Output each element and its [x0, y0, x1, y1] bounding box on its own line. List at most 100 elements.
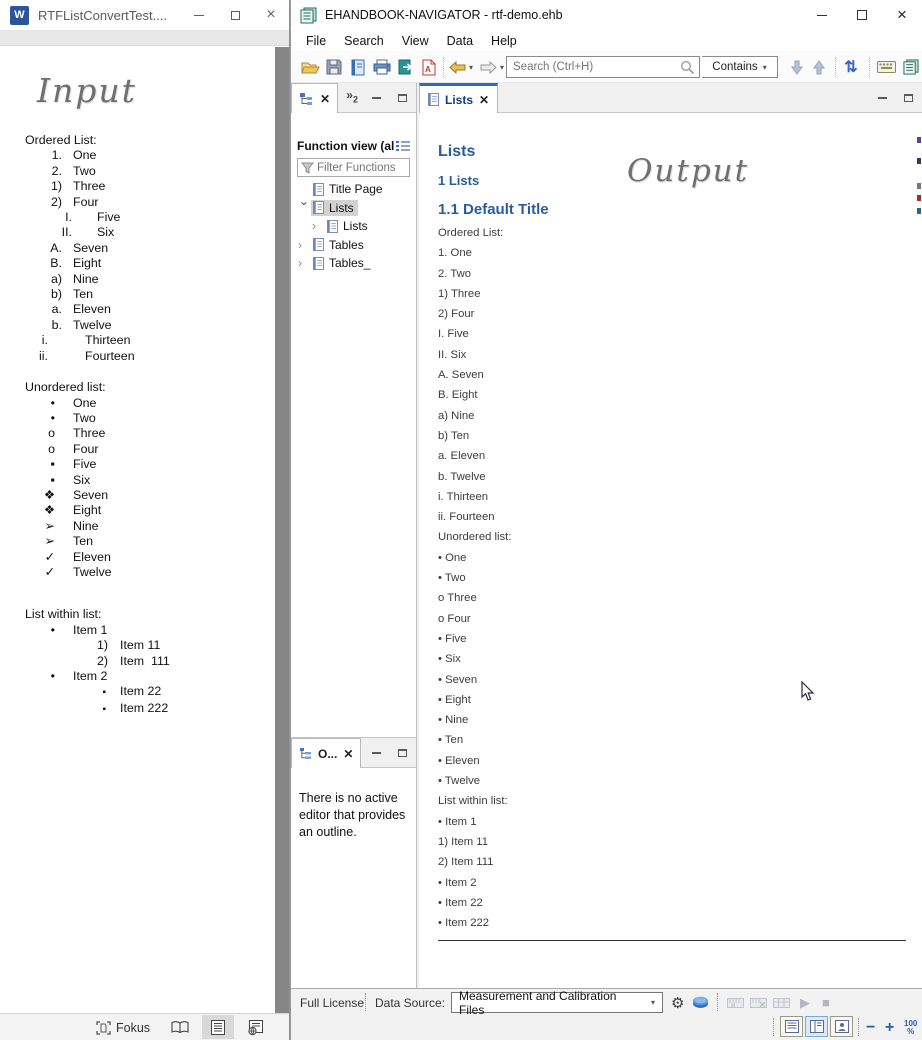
- bullet-icon: ▪: [17, 473, 55, 488]
- word-document[interactable]: Input Ordered List: 1.One 2.Two 1)Three …: [17, 47, 269, 1013]
- menu-item[interactable]: File: [297, 34, 335, 48]
- synchronize-button[interactable]: ⇅: [841, 56, 861, 78]
- search-input[interactable]: [507, 61, 680, 73]
- zoom-out-button[interactable]: −: [866, 1017, 875, 1038]
- keyboard-icon: [877, 61, 896, 73]
- maximize-view-button[interactable]: [394, 747, 410, 759]
- measurement-stop-button[interactable]: [750, 992, 767, 1013]
- list-text: Seven: [73, 241, 108, 255]
- play-button[interactable]: ▶: [800, 992, 810, 1013]
- menu-item[interactable]: Search: [335, 34, 393, 48]
- view-mode-split-button[interactable]: [805, 1016, 828, 1037]
- maximize-view-button[interactable]: [900, 92, 916, 104]
- filter-functions-input[interactable]: [314, 162, 409, 174]
- close-icon[interactable]: ✕: [479, 93, 489, 107]
- chevron-icon[interactable]: ›: [312, 219, 325, 233]
- view-mode-single-button[interactable]: [780, 1016, 803, 1037]
- function-tree-icon: [299, 92, 314, 106]
- editor-content[interactable]: Output Lists 1 Lists 1.1 Default Title O…: [419, 113, 922, 988]
- editor-line: 2) Four: [438, 308, 922, 328]
- chevron-icon[interactable]: ›: [298, 201, 312, 214]
- list-text: Eight: [73, 256, 101, 270]
- back-button[interactable]: [448, 56, 466, 78]
- export-pdf-button[interactable]: A: [419, 56, 439, 78]
- previous-result-button[interactable]: [810, 56, 828, 78]
- forward-button[interactable]: [479, 56, 497, 78]
- measurement-config-button[interactable]: [773, 992, 790, 1013]
- export-button[interactable]: [396, 56, 416, 78]
- filter-box: [297, 158, 410, 177]
- editor-heading-3: 1.1 Default Title: [438, 201, 922, 218]
- read-mode-button[interactable]: [164, 1015, 196, 1039]
- close-icon[interactable]: ✕: [320, 92, 330, 106]
- open-file-button[interactable]: [299, 56, 321, 78]
- focus-mode-button[interactable]: Fokus: [96, 1018, 150, 1038]
- menu-item[interactable]: View: [393, 34, 438, 48]
- ruler-mark[interactable]: [917, 195, 921, 201]
- tree-row[interactable]: › Tables: [291, 236, 416, 255]
- measurement-tool-button[interactable]: M: [727, 992, 744, 1013]
- next-result-button[interactable]: [788, 56, 806, 78]
- word-list-row: 2)Four: [17, 195, 269, 210]
- navigator-minimize-button[interactable]: [802, 1, 842, 30]
- menu-item[interactable]: Help: [482, 34, 526, 48]
- help-handbook-button[interactable]: [901, 56, 921, 78]
- word-minimize-button[interactable]: [181, 0, 217, 30]
- screen: W RTFListConvertTest.... × Input Ordered…: [0, 0, 922, 1040]
- tree-row[interactable]: › Tables_: [291, 254, 416, 273]
- hidden-tabs-indicator[interactable]: »2: [346, 90, 358, 104]
- ruler-mark[interactable]: [917, 137, 921, 143]
- zoom-reset-button[interactable]: 100%: [904, 1017, 917, 1038]
- data-source-settings-button[interactable]: ⚙: [671, 992, 684, 1013]
- search-icon[interactable]: [680, 60, 695, 75]
- outline-panel: O... ✕ There is no active editor that pr…: [291, 737, 416, 988]
- chevron-icon[interactable]: ›: [298, 256, 311, 270]
- data-source-value: Measurement and Calibration Files: [459, 989, 643, 1017]
- list-text: Four: [73, 195, 98, 209]
- word-close-button[interactable]: ×: [253, 0, 289, 30]
- outline-tab[interactable]: O... ✕: [291, 738, 361, 768]
- tree-row[interactable]: › Lists: [291, 199, 416, 218]
- word-list-row: ✓Twelve: [17, 565, 269, 580]
- minimize-view-button[interactable]: [368, 92, 384, 104]
- print-button[interactable]: [371, 56, 393, 78]
- document-icon: [428, 93, 439, 106]
- web-layout-button[interactable]: [240, 1015, 272, 1039]
- word-maximize-button[interactable]: [217, 0, 253, 30]
- print-layout-button[interactable]: [202, 1015, 234, 1039]
- minimize-view-button[interactable]: [874, 92, 890, 104]
- editor-line: • Item 1: [438, 816, 922, 836]
- tree-row[interactable]: › Lists: [291, 217, 416, 236]
- navigator-close-button[interactable]: ×: [882, 1, 922, 30]
- function-view-tab[interactable]: ✕: [291, 83, 338, 113]
- chevron-icon[interactable]: ›: [298, 238, 311, 252]
- view-menu-icon[interactable]: [396, 140, 410, 152]
- minimize-view-button[interactable]: [368, 747, 384, 759]
- navigator-maximize-button[interactable]: [842, 1, 882, 30]
- search-mode-dropdown[interactable]: Contains ▾: [702, 56, 778, 78]
- data-source-status-icon[interactable]: [692, 992, 709, 1013]
- stop-button[interactable]: ■: [822, 992, 830, 1013]
- svg-text:M: M: [731, 1003, 735, 1009]
- view-mode-details-button[interactable]: [830, 1016, 853, 1037]
- maximize-icon: [231, 11, 240, 20]
- minimize-icon: [372, 97, 381, 99]
- maximize-view-button[interactable]: [394, 92, 410, 104]
- open-handbook-button[interactable]: [348, 56, 368, 78]
- menu-item[interactable]: Data: [438, 34, 482, 48]
- word-list-row: oThree: [17, 426, 269, 441]
- list-marker: 1): [17, 638, 108, 653]
- outline-tabstrip: O... ✕: [291, 738, 416, 768]
- close-icon[interactable]: ✕: [343, 747, 353, 761]
- ruler-mark[interactable]: [917, 208, 921, 214]
- word-scrollbar[interactable]: [275, 47, 289, 1013]
- keyboard-shortcuts-button[interactable]: [875, 56, 897, 78]
- data-source-dropdown[interactable]: Measurement and Calibration Files ▾: [451, 992, 663, 1013]
- ruler-mark[interactable]: [917, 158, 921, 164]
- save-button[interactable]: [324, 56, 344, 78]
- ruler-mark[interactable]: [917, 183, 921, 189]
- back-history-dropdown[interactable]: ▾: [466, 56, 476, 78]
- lists-editor-tab[interactable]: Lists ✕: [419, 83, 498, 113]
- zoom-in-button[interactable]: +: [885, 1017, 894, 1038]
- tree-row[interactable]: › Title Page: [291, 180, 416, 199]
